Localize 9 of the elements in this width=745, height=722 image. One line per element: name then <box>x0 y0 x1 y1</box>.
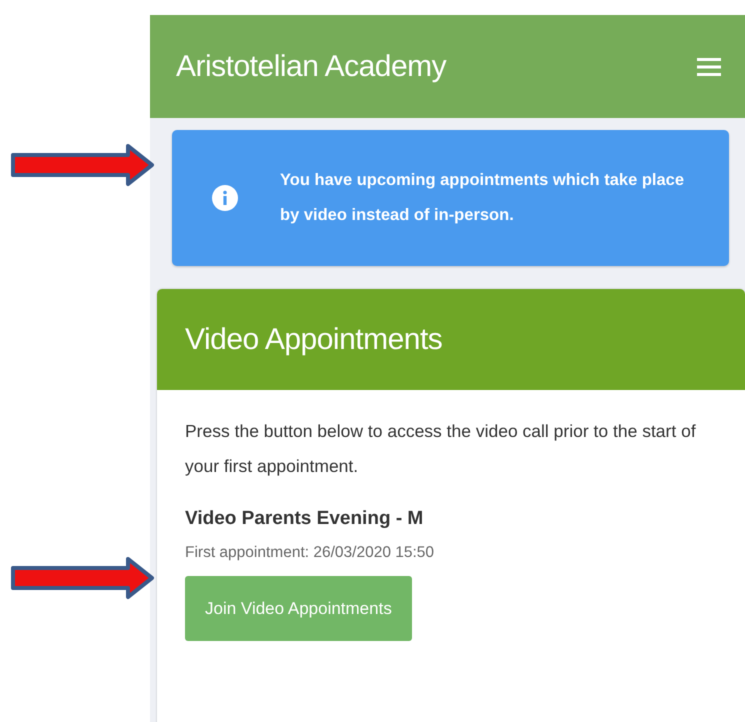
app-title: Aristotelian Academy <box>176 50 446 84</box>
menu-icon[interactable] <box>697 56 721 76</box>
event-name: Video Parents Evening - M <box>185 508 424 530</box>
intro-text: Press the button below to access the video call prior to the start of your first appointment. <box>185 420 697 478</box>
first-appointment-text: First appointment: 26/03/2020 15:50 <box>185 544 436 562</box>
info-icon <box>212 185 238 211</box>
card-title: Video Appointments <box>185 322 442 356</box>
join-button[interactable]: Join Video Appointments <box>185 576 412 641</box>
alert-message: You have upcoming appointments which take place by video instead of in-person. <box>280 170 686 226</box>
